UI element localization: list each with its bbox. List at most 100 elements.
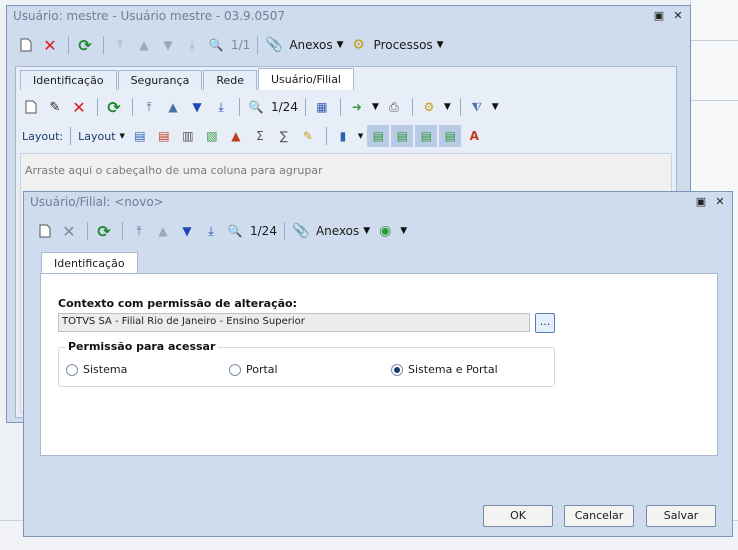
toolbar-separator <box>70 127 72 145</box>
cancel-button[interactable]: Cancelar <box>564 505 634 527</box>
tab-usuario-filial[interactable]: Usuário/Filial <box>257 68 354 90</box>
new-icon[interactable] <box>20 96 42 118</box>
layout-label: Layout: <box>22 129 64 143</box>
tab-identificacao[interactable]: Identificação <box>41 252 138 274</box>
dialog-window: Usuário/Filial: <novo> ▣ ✕ ✕ ⟳ ⤒ ▲ ▼ ⤓ 🔍… <box>23 191 733 537</box>
attachment-icon[interactable]: 📎 <box>263 34 285 56</box>
layout-toolbar: Layout: Layout ▼ ▤ ▤ ▥ ▧ ▲ Σ ∑ ✎ ▮ ▼ ▤ ▤… <box>20 124 487 148</box>
next-record-icon[interactable]: ▼ <box>186 96 208 118</box>
close-icon[interactable]: ✕ <box>671 9 685 23</box>
grid-edit-icon[interactable]: ✎ <box>297 125 319 147</box>
close-icon[interactable]: ✕ <box>713 195 727 209</box>
chevron-down-icon[interactable]: ▼ <box>492 102 499 112</box>
radio-portal[interactable]: Portal <box>229 363 278 376</box>
restore-icon[interactable]: ▣ <box>652 9 666 23</box>
toolbar-separator <box>325 127 327 145</box>
print-icon[interactable]: ⎙ <box>383 96 405 118</box>
search-icon[interactable]: 🔍 <box>205 34 227 56</box>
refresh-icon[interactable]: ⟳ <box>74 34 96 56</box>
tab-identificacao[interactable]: Identificação <box>20 70 117 90</box>
radio-sistema-e-portal[interactable]: Sistema e Portal <box>391 363 498 376</box>
browse-button-label: ... <box>539 315 551 328</box>
next-record-icon[interactable]: ▼ <box>157 34 179 56</box>
toolbar-separator <box>68 36 69 54</box>
attachments-button[interactable]: Anexos <box>289 38 332 52</box>
search-icon[interactable]: 🔍 <box>224 220 246 242</box>
toolbar-separator <box>304 98 306 116</box>
last-record-icon[interactable]: ⤓ <box>181 34 203 56</box>
processes-button[interactable]: Processos <box>374 38 433 52</box>
first-record-icon[interactable]: ⤒ <box>128 220 150 242</box>
refresh-icon[interactable]: ⟳ <box>93 220 115 242</box>
browse-button[interactable]: ... <box>535 313 555 333</box>
chevron-down-icon[interactable]: ▼ <box>363 226 370 236</box>
edit-icon[interactable]: ✎ <box>44 96 66 118</box>
last-record-icon[interactable]: ⤓ <box>210 96 232 118</box>
tab-rede[interactable]: Rede <box>203 70 257 90</box>
chevron-down-icon[interactable]: ▼ <box>120 132 125 140</box>
chevron-down-icon[interactable]: ▼ <box>444 102 451 112</box>
view-list-icon[interactable]: ▤ <box>367 125 390 147</box>
view-tree-icon[interactable]: ▤ <box>415 125 438 147</box>
dialog-attachments-button[interactable]: Anexos <box>316 224 359 238</box>
previous-record-icon[interactable]: ▲ <box>133 34 155 56</box>
delete-icon[interactable]: ✕ <box>68 96 90 118</box>
background-window-title: Usuário: mestre - Usuário mestre - 03.9.… <box>13 9 286 23</box>
toolbar-separator <box>103 36 104 54</box>
chevron-down-icon[interactable]: ▼ <box>437 40 444 50</box>
chevron-down-icon[interactable]: ▼ <box>400 226 407 236</box>
restore-icon[interactable]: ▣ <box>694 195 708 209</box>
processes-icon[interactable]: ⚙ <box>418 96 440 118</box>
grid-sum-icon[interactable]: Σ <box>249 125 271 147</box>
permission-group: Permissão para acessar Sistema Portal Si… <box>58 340 555 387</box>
chevron-down-icon[interactable]: ▼ <box>358 132 363 140</box>
next-record-icon[interactable]: ▼ <box>176 220 198 242</box>
background-window-titlebar: Usuário: mestre - Usuário mestre - 03.9.… <box>7 6 690 26</box>
calendar-icon[interactable]: ▦ <box>311 96 333 118</box>
grid-layout-icon[interactable]: ▤ <box>129 125 151 147</box>
previous-record-icon[interactable]: ▲ <box>162 96 184 118</box>
grid-total-icon[interactable]: ∑ <box>273 125 295 147</box>
context-field[interactable]: TOTVS SA - Filial Rio de Janeiro - Ensin… <box>58 313 530 332</box>
search-icon[interactable]: 🔍 <box>245 96 267 118</box>
radio-icon <box>229 364 241 376</box>
dialog-titlebar: Usuário/Filial: <novo> ▣ ✕ <box>24 192 732 212</box>
processes-icon[interactable]: ⚙ <box>348 34 370 56</box>
grid-record-counter: 1/24 <box>271 100 298 114</box>
new-icon[interactable] <box>34 220 56 242</box>
layout-dropdown[interactable]: Layout <box>78 130 115 143</box>
delete-icon[interactable]: ✕ <box>58 220 80 242</box>
view-group-icon[interactable]: ▤ <box>391 125 414 147</box>
context-value: TOTVS SA - Filial Rio de Janeiro - Ensin… <box>62 316 305 327</box>
delete-icon[interactable]: ✕ <box>39 34 61 56</box>
refresh-icon[interactable]: ⟳ <box>103 96 125 118</box>
grid-layout-delete-icon[interactable]: ▤ <box>153 125 175 147</box>
grid-up-icon[interactable]: ▲ <box>225 125 247 147</box>
tab-seguranca[interactable]: Segurança <box>117 70 203 90</box>
filter-icon[interactable]: ⧨ <box>466 96 488 118</box>
save-button[interactable]: Salvar <box>646 505 716 527</box>
grid-export-icon[interactable]: ▧ <box>201 125 223 147</box>
move-icon[interactable]: ➜ <box>346 96 368 118</box>
toolbar-separator <box>239 98 240 116</box>
grid-columns-icon[interactable]: ▥ <box>177 125 199 147</box>
attachment-icon[interactable]: 📎 <box>290 220 312 242</box>
first-record-icon[interactable]: ⤒ <box>109 34 131 56</box>
font-icon[interactable]: A <box>463 125 485 147</box>
toolbar-separator <box>97 98 98 116</box>
previous-record-icon[interactable]: ▲ <box>152 220 174 242</box>
view-card-icon[interactable]: ▤ <box>439 125 462 147</box>
new-icon[interactable] <box>15 34 37 56</box>
last-record-icon[interactable]: ⤓ <box>200 220 222 242</box>
first-record-icon[interactable]: ⤒ <box>138 96 160 118</box>
ok-button[interactable]: OK <box>483 505 553 527</box>
toolbar-separator <box>257 36 259 54</box>
radio-sistema[interactable]: Sistema <box>66 363 127 376</box>
chart-icon[interactable]: ▮ <box>332 125 354 147</box>
radio-sistema-e-portal-label: Sistema e Portal <box>408 363 498 376</box>
chevron-down-icon[interactable]: ▼ <box>337 40 344 50</box>
chevron-down-icon[interactable]: ▼ <box>372 102 379 112</box>
toolbar-separator <box>339 98 341 116</box>
background-main-toolbar: ✕ ⟳ ⤒ ▲ ▼ ⤓ 🔍 1/1 📎 Anexos ▼ ⚙ Processos… <box>15 32 448 58</box>
globe-icon[interactable]: ◉ <box>374 220 396 242</box>
